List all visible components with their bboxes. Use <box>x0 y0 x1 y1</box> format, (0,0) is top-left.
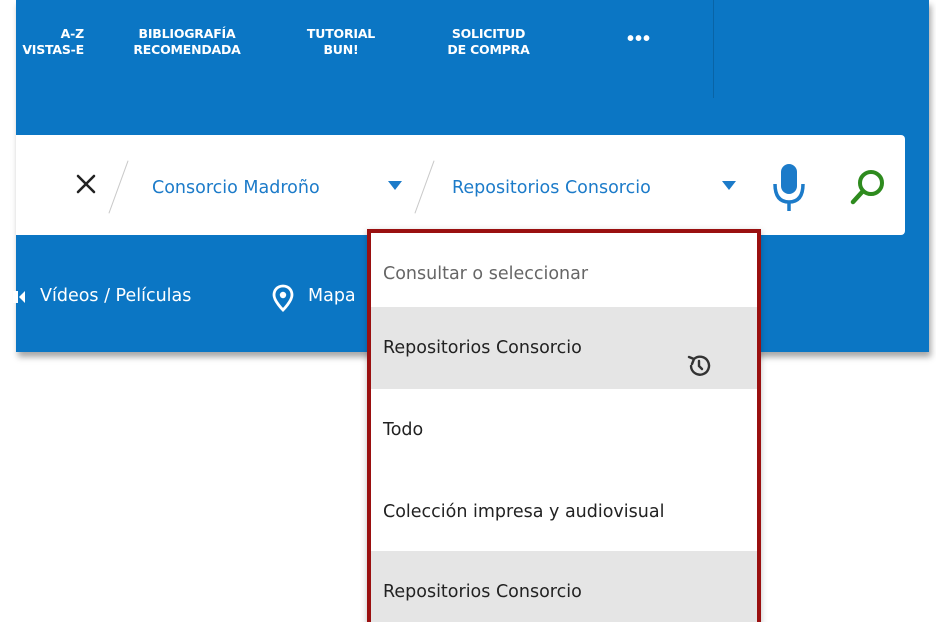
close-icon <box>76 174 96 194</box>
search-icon <box>850 170 884 205</box>
dropdown-option-repositorios[interactable]: Repositorios Consorcio <box>371 551 757 622</box>
search-button[interactable] <box>848 167 888 207</box>
video-camera-icon <box>13 288 25 311</box>
map-pin-icon <box>272 284 294 317</box>
nav-link-mapa[interactable]: Mapa <box>308 282 356 310</box>
nav-item-az-revistas[interactable]: A-Z VISTAS-E <box>20 26 84 58</box>
dropdown-option-coleccion[interactable]: Colección impresa y audiovisual <box>371 471 757 553</box>
screenshot-stage: A-Z VISTAS-E BIBLIOGRAFÍA RECOMENDADA TU… <box>0 0 936 622</box>
top-navigation: A-Z VISTAS-E BIBLIOGRAFÍA RECOMENDADA TU… <box>16 0 929 98</box>
history-icon <box>684 335 714 376</box>
dropdown-hint: Consultar o seleccionar <box>383 264 589 284</box>
nav-item-bibliografia[interactable]: BIBLIOGRAFÍA RECOMENDADA <box>112 26 262 58</box>
nav-divider <box>713 0 714 98</box>
nav-item-label: A-Z VISTAS-E <box>22 26 84 57</box>
nav-link-videos[interactable]: Vídeos / Películas <box>40 282 191 310</box>
search-bar: Consorcio Madroño Repositorios Consorcio <box>16 135 905 235</box>
chevron-down-icon[interactable] <box>722 181 736 190</box>
separator <box>414 160 435 214</box>
microphone-icon <box>773 164 805 211</box>
chevron-down-icon[interactable] <box>388 181 402 190</box>
dropdown-option-repositorios-recent[interactable]: Repositorios Consorcio <box>371 307 757 389</box>
scope-dropdown-menu: Consultar o seleccionar Repositorios Con… <box>367 229 761 622</box>
scope-select-institution[interactable]: Consorcio Madroño <box>152 173 320 203</box>
dropdown-option-todo[interactable]: Todo <box>371 389 757 471</box>
voice-search-button[interactable] <box>771 162 807 214</box>
more-menu-button[interactable]: ••• <box>627 29 657 49</box>
dropdown-option-label: Repositorios Consorcio <box>383 338 582 358</box>
scope-select-collection[interactable]: Repositorios Consorcio <box>452 173 651 203</box>
separator <box>108 160 129 214</box>
nav-item-solicitud-compra[interactable]: SOLICITUD DE COMPRA <box>436 26 541 58</box>
nav-item-tutorial[interactable]: TUTORIAL BUN! <box>296 26 386 58</box>
clear-search-button[interactable] <box>72 170 100 198</box>
